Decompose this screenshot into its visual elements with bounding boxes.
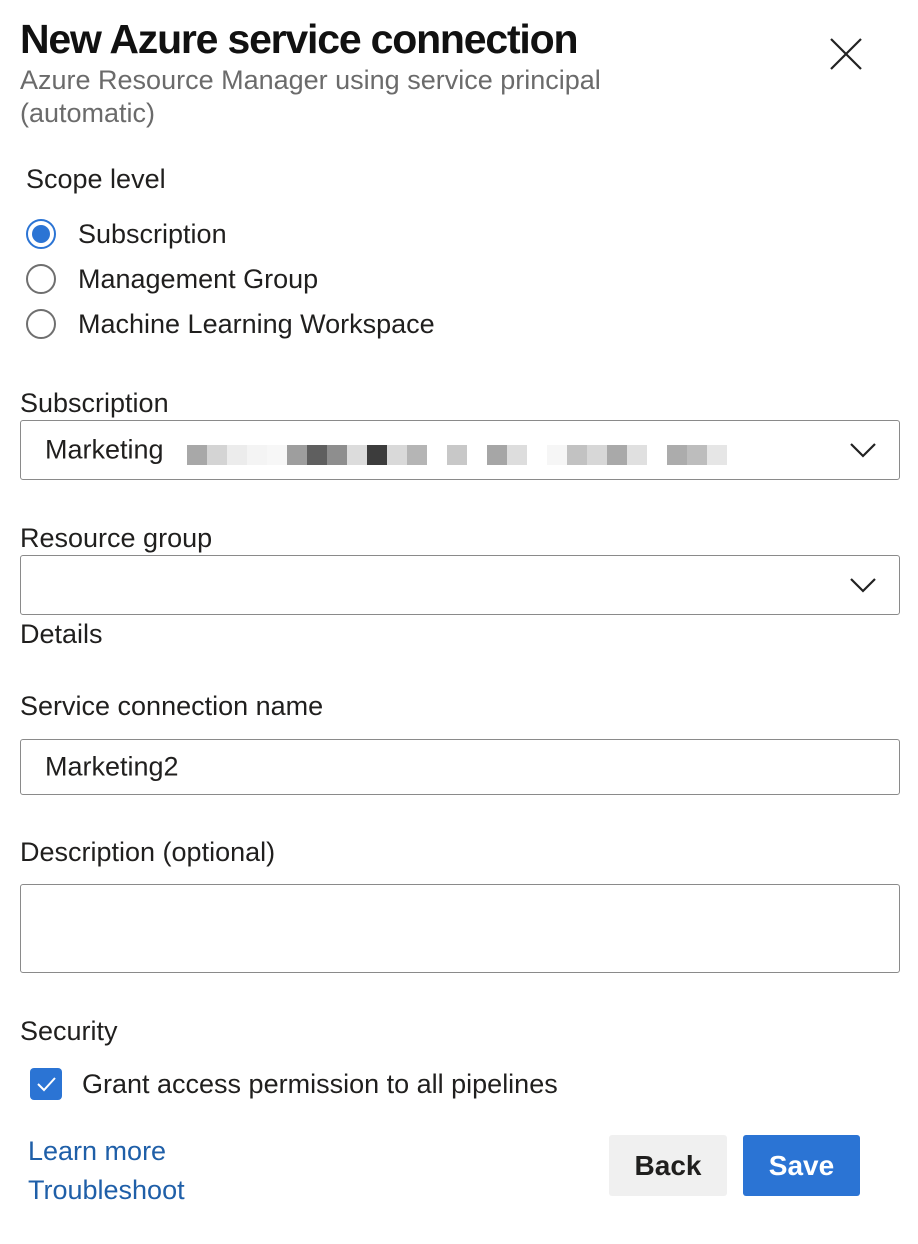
subscription-label: Subscription xyxy=(20,388,169,418)
resource-group-label: Resource group xyxy=(20,523,213,553)
details-heading: Details xyxy=(20,619,103,649)
description-textarea[interactable] xyxy=(20,884,900,973)
scope-level-label: Scope level xyxy=(26,164,166,194)
radio-label: Machine Learning Workspace xyxy=(78,308,435,339)
description-label: Description (optional) xyxy=(20,837,276,867)
radio-subscription[interactable]: Subscription xyxy=(26,216,227,252)
radio-management-group[interactable]: Management Group xyxy=(26,261,318,297)
redacted-subscription-id xyxy=(187,445,727,465)
save-button[interactable]: Save xyxy=(743,1135,860,1196)
radio-label: Subscription xyxy=(78,218,227,249)
dialog-subtitle: Azure Resource Manager using service pri… xyxy=(20,65,601,128)
troubleshoot-link[interactable]: Troubleshoot xyxy=(28,1175,185,1206)
connection-name-input[interactable]: Marketing2 xyxy=(20,739,900,795)
radio-unchecked-icon[interactable] xyxy=(26,309,56,339)
radio-checked-icon[interactable] xyxy=(26,219,56,249)
radio-label: Management Group xyxy=(78,263,319,294)
security-heading: Security xyxy=(20,1016,118,1046)
checkmark-icon xyxy=(37,1077,56,1092)
dialog-title: New Azure service connection xyxy=(20,16,578,62)
chevron-down-icon[interactable] xyxy=(849,442,877,458)
subscription-value: Marketing xyxy=(45,434,164,465)
back-button[interactable]: Back xyxy=(609,1135,727,1196)
close-icon[interactable] xyxy=(826,34,866,74)
grant-access-label[interactable]: Grant access permission to all pipelines xyxy=(82,1069,558,1100)
connection-name-value: Marketing2 xyxy=(45,751,179,782)
resource-group-dropdown[interactable] xyxy=(20,555,900,615)
radio-unchecked-icon[interactable] xyxy=(26,264,56,294)
radio-ml-workspace[interactable]: Machine Learning Workspace xyxy=(26,306,435,342)
grant-access-checkbox[interactable] xyxy=(30,1068,62,1100)
learn-more-link[interactable]: Learn more xyxy=(28,1136,166,1167)
chevron-down-icon[interactable] xyxy=(849,577,877,593)
subscription-dropdown[interactable]: Marketing xyxy=(20,420,900,480)
connection-name-label: Service connection name xyxy=(20,691,324,721)
